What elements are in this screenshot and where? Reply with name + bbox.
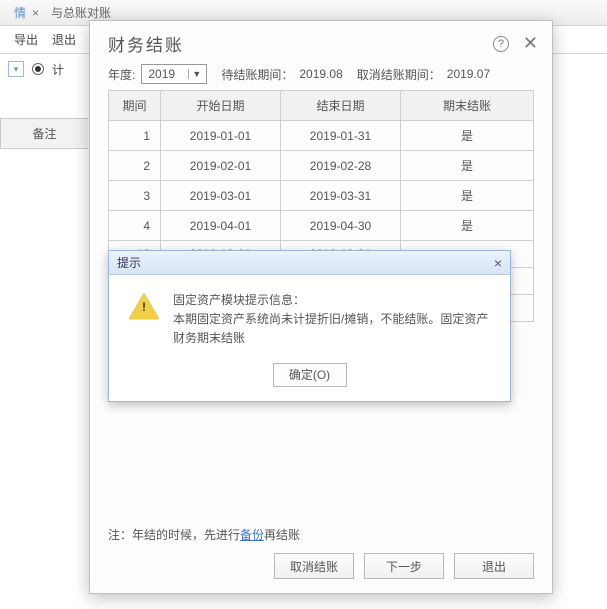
- exit-button[interactable]: 退出: [454, 553, 534, 579]
- exit-button[interactable]: 退出: [52, 31, 76, 48]
- next-button[interactable]: 下一步: [364, 553, 444, 579]
- th-period: 期间: [109, 91, 161, 121]
- dropdown-toggle-icon[interactable]: ▾: [8, 61, 24, 77]
- warning-icon: !: [129, 293, 159, 321]
- th-closed: 期末结账: [401, 91, 534, 121]
- th-start: 开始日期: [161, 91, 281, 121]
- table-row[interactable]: 22019-02-012019-02-28是: [109, 151, 534, 181]
- radio-label: 计: [52, 61, 64, 78]
- pending-label: 待结账期间：: [221, 66, 293, 83]
- cancel-period-label: 取消结账期间：: [357, 66, 441, 83]
- export-button[interactable]: 导出: [14, 31, 38, 48]
- th-end: 结束日期: [281, 91, 401, 121]
- remark-column-header: 备注: [0, 118, 88, 149]
- close-icon[interactable]: ×: [32, 6, 39, 20]
- table-row[interactable]: 32019-03-012019-03-31是: [109, 181, 534, 211]
- tab-label: 情: [14, 4, 26, 21]
- help-icon[interactable]: ?: [493, 36, 509, 52]
- pending-value: 2019.08: [299, 67, 342, 81]
- year-label: 年度:: [108, 66, 135, 83]
- radio-selected[interactable]: [32, 63, 44, 75]
- ok-button[interactable]: 确定(O): [273, 363, 347, 387]
- cancel-close-button[interactable]: 取消结账: [274, 553, 354, 579]
- table-row[interactable]: 12019-01-012019-01-31是: [109, 121, 534, 151]
- close-icon[interactable]: ✕: [523, 36, 538, 52]
- alert-dialog: 提示 × ! 固定资产模块提示信息： 本期固定资产系统尚未计提折旧/摊销，不能结…: [108, 250, 511, 402]
- tab-active[interactable]: 情 ×: [8, 4, 45, 21]
- tab-secondary-label: 与总账对账: [51, 4, 111, 21]
- dialog-title: 财务结账: [108, 31, 184, 56]
- alert-message: 固定资产模块提示信息： 本期固定资产系统尚未计提折旧/摊销，不能结账。固定资产财…: [173, 291, 490, 349]
- year-select[interactable]: 2019 ▼: [141, 64, 207, 84]
- year-value: 2019: [148, 67, 175, 81]
- alert-title: 提示: [117, 254, 141, 271]
- chevron-down-icon: ▼: [188, 69, 204, 79]
- close-icon[interactable]: ×: [494, 255, 502, 271]
- footer-note: 注：年结的时候，先进行备份再结账: [90, 518, 552, 543]
- cancel-period-value: 2019.07: [447, 67, 490, 81]
- backup-link[interactable]: 备份: [240, 528, 264, 542]
- table-row[interactable]: 42019-04-012019-04-30是: [109, 211, 534, 241]
